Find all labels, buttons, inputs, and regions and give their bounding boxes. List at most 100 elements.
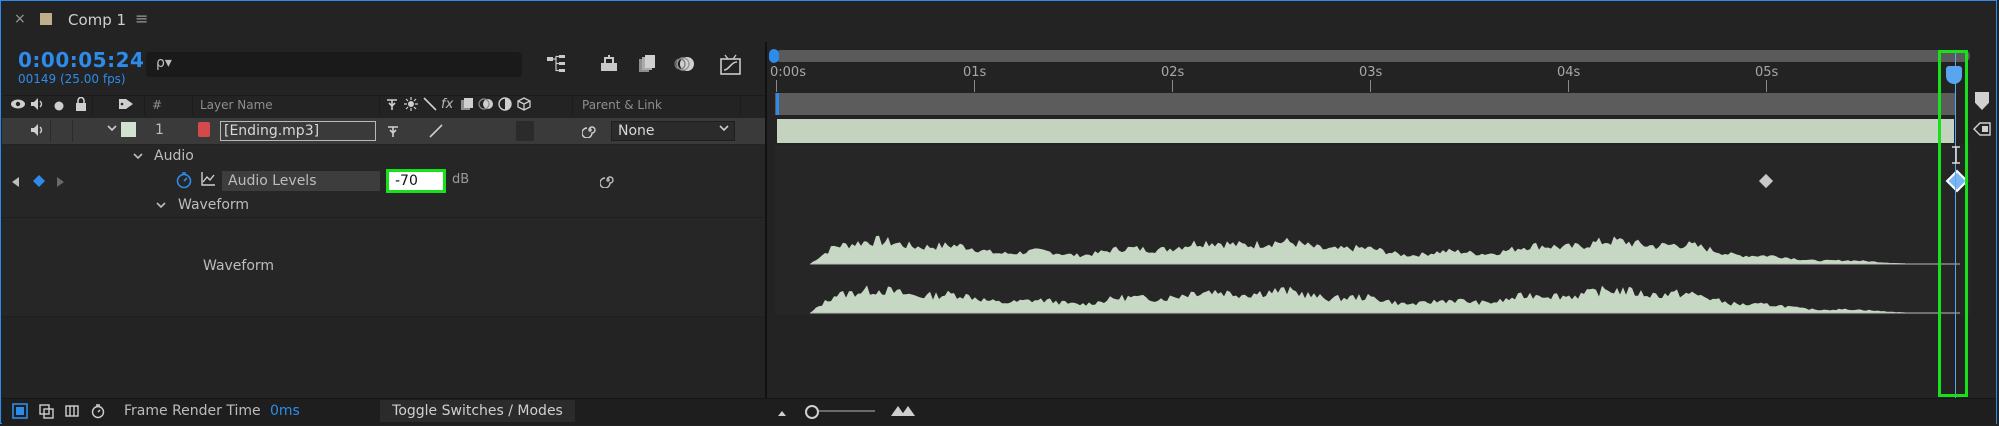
property-group-row: [2, 145, 765, 169]
ruler-tick: [1370, 80, 1371, 92]
layer-solo-toggle[interactable]: [50, 120, 71, 142]
motion-blur-switch-icon[interactable]: [478, 97, 494, 115]
ruler-tick: [1766, 80, 1767, 92]
comp-mini-flowchart-icon[interactable]: [544, 54, 570, 76]
add-keyframe-icon[interactable]: [33, 175, 45, 191]
toggle-switches-modes-button[interactable]: Toggle Switches / Modes: [380, 400, 575, 422]
tab-comp-title[interactable]: Comp 1: [68, 11, 126, 29]
layer-lock-toggle[interactable]: [72, 120, 93, 142]
tab-bar: [2, 2, 1996, 42]
parent-link-select[interactable]: None: [611, 121, 735, 141]
timeline-levels-row: [775, 169, 1970, 193]
audio-group-label[interactable]: Audio: [154, 148, 194, 164]
zoom-slider-track[interactable]: [810, 410, 875, 412]
panel-menu-icon[interactable]: ≡: [135, 9, 148, 28]
column-parent-link-header[interactable]: Parent & Link: [582, 98, 662, 112]
frame-blend-switch-icon[interactable]: [460, 97, 474, 115]
shy-switch-icon[interactable]: [385, 97, 399, 115]
ruler-tick-label: 04s: [1557, 65, 1581, 80]
audio-levels-value-input[interactable]: -70: [386, 169, 446, 193]
frame-blending-icon[interactable]: [634, 54, 660, 76]
label-tag-icon[interactable]: [118, 97, 134, 115]
column-layer-name-header[interactable]: Layer Name: [200, 98, 273, 112]
ruler-tick-label: 05s: [1755, 65, 1779, 80]
layer-audio-toggle-icon[interactable]: [30, 123, 46, 141]
zoom-in-icon[interactable]: [890, 403, 916, 421]
zoom-out-icon[interactable]: [776, 405, 792, 421]
ruler-tick: [1172, 80, 1173, 92]
waveform-group-chevron-icon[interactable]: [155, 199, 167, 215]
comp-end-marker[interactable]: [1975, 92, 1989, 110]
stopwatch-icon[interactable]: [175, 171, 193, 193]
pane-divider[interactable]: [765, 42, 767, 398]
graph-toggle-icon[interactable]: [200, 171, 216, 191]
audio-group-chevron-icon[interactable]: [132, 150, 144, 166]
search-icon[interactable]: ρ▾: [156, 55, 172, 71]
work-area-start-marker[interactable]: [776, 93, 779, 115]
ruler-tick: [1568, 80, 1569, 92]
audio-levels-label[interactable]: Audio Levels: [222, 171, 380, 191]
ruler-tick-label: 03s: [1359, 65, 1383, 80]
time-navigator-bar[interactable]: [775, 50, 1970, 62]
timeline-footer: [2, 398, 1996, 425]
search-input[interactable]: [146, 52, 522, 77]
motion-blur-icon[interactable]: [672, 54, 698, 76]
layer-shy-switch-icon[interactable]: [386, 124, 400, 142]
collapse-switch-icon[interactable]: [404, 97, 418, 115]
quality-switch-icon[interactable]: [423, 97, 437, 115]
property-group-row: [2, 193, 765, 217]
adjustment-layer-switch-icon[interactable]: [498, 97, 512, 115]
work-area-bar[interactable]: [775, 93, 1955, 115]
layer-duration-bar[interactable]: [777, 119, 1954, 143]
ruler-tick-label: 02s: [1161, 65, 1185, 80]
frame-render-time-value: 0ms: [270, 403, 300, 419]
chevron-down-icon[interactable]: [718, 121, 730, 138]
eye-icon[interactable]: [10, 97, 26, 115]
previous-keyframe-icon[interactable]: [12, 175, 20, 191]
frame-count-display: 00149 (25.00 fps): [18, 72, 126, 86]
lock-icon[interactable]: [74, 96, 88, 115]
column-separator: [92, 97, 93, 115]
property-pick-whip-icon[interactable]: [599, 172, 616, 192]
column-separator: [379, 97, 380, 115]
audio-file-icon: [198, 122, 210, 137]
3d-layer-switch-icon[interactable]: [517, 97, 531, 115]
waveform-property-row: [2, 217, 765, 317]
column-separator: [572, 97, 573, 115]
layer-quality-switch-icon[interactable]: [428, 124, 444, 142]
waveform-group-label[interactable]: Waveform: [178, 197, 249, 213]
property-row: [2, 169, 765, 193]
draft-3d-icon[interactable]: [596, 54, 622, 76]
layer-name-field[interactable]: [Ending.mp3]: [220, 121, 376, 141]
graph-editor-icon[interactable]: [718, 54, 744, 76]
ruler-tick: [776, 80, 777, 92]
close-tab-icon[interactable]: ×: [14, 11, 26, 27]
playhead-highlight: [1938, 50, 1968, 397]
next-keyframe-icon[interactable]: [56, 175, 64, 191]
timeline-empty-area: [775, 315, 1970, 398]
layer-3d-switch-box[interactable]: [516, 121, 534, 141]
layer-switches-pane-icon[interactable]: [12, 403, 28, 423]
time-navigator-start-handle[interactable]: [769, 49, 779, 63]
timeline-audio-row: [775, 145, 1970, 169]
effects-switch-icon[interactable]: fx: [441, 97, 453, 112]
transfer-controls-pane-icon[interactable]: [38, 403, 54, 423]
column-separator: [144, 97, 145, 115]
text-cursor-icon: [1951, 146, 1961, 168]
audio-levels-unit: dB: [452, 172, 470, 187]
ruler-tick-label: 0:00s: [770, 65, 806, 80]
pick-whip-icon[interactable]: [581, 122, 598, 142]
waveform-property-label: Waveform: [203, 258, 275, 274]
column-separator: [740, 97, 741, 115]
layer-out-point-icon[interactable]: [1973, 122, 1991, 140]
current-time-display[interactable]: 0:00:05:24: [18, 48, 144, 72]
layer-label-color[interactable]: [121, 122, 136, 137]
render-time-pane-icon[interactable]: [90, 403, 106, 423]
layer-expand-chevron-icon[interactable]: [106, 122, 118, 137]
frame-render-time-label: Frame Render Time: [124, 403, 261, 419]
zoom-slider-knob[interactable]: [805, 405, 819, 419]
layer-number: 1: [155, 122, 164, 138]
solo-icon[interactable]: [54, 100, 64, 115]
in-out-pane-icon[interactable]: [64, 403, 80, 423]
speaker-icon[interactable]: [30, 97, 46, 115]
